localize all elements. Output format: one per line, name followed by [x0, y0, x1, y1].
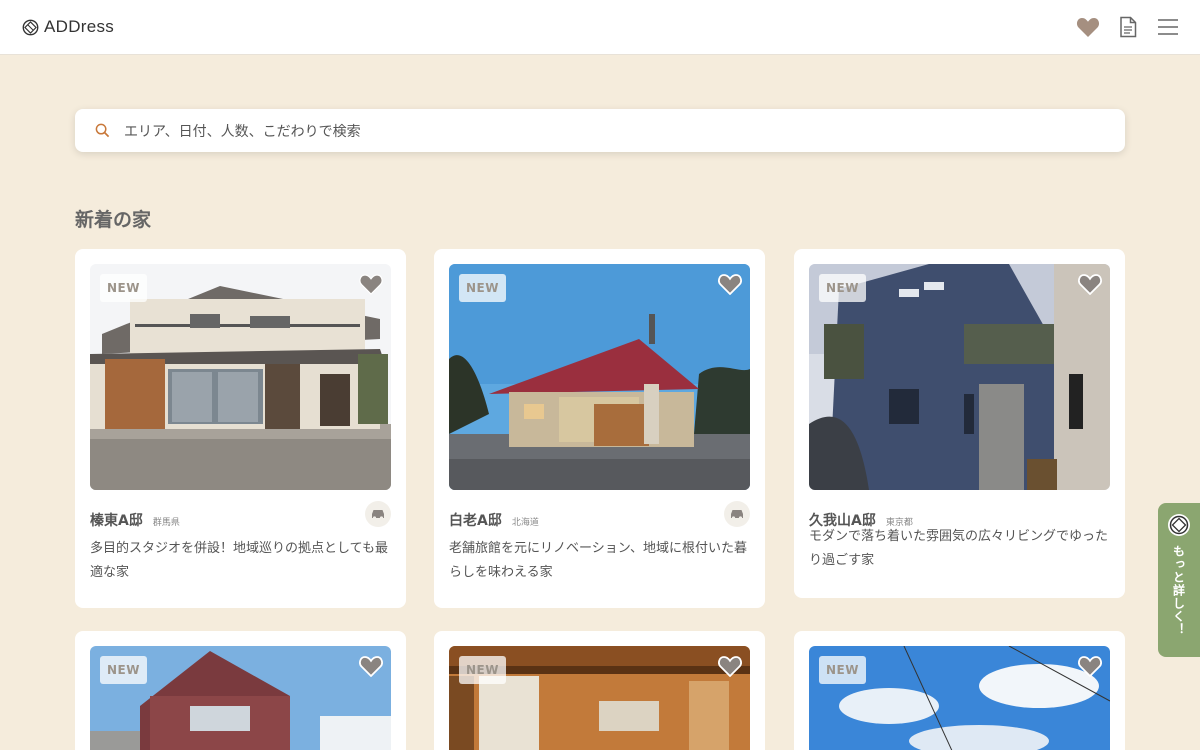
- house-description: 多目的スタジオを併設！地域巡りの拠点としても最適な家: [90, 541, 388, 580]
- house-description: 老舗旅館を元にリノベーション、地域に根付いた暮らしを味わえる家: [449, 541, 747, 580]
- house-photo[interactable]: NEW: [809, 646, 1110, 750]
- car-icon: [724, 501, 750, 527]
- search-bar[interactable]: エリア、日付、人数、こだわりで検索: [75, 109, 1125, 152]
- logo-mark-icon: [22, 19, 39, 35]
- logo-mark-icon: [1168, 514, 1190, 536]
- more-info-label: もっと詳しく！: [1171, 545, 1186, 636]
- favorite-heart-icon[interactable]: [1076, 652, 1104, 680]
- prefecture-label: 群馬県: [152, 518, 180, 528]
- section-title: 新着の家: [75, 209, 152, 231]
- house-card[interactable]: NEW 白老A邸 北海道 老舗旅館を元にリノベーション、地域に根付いた暮らしを味…: [434, 249, 765, 608]
- house-card[interactable]: NEW 榛東A邸 群馬県 多目的スタジオを併設！地域巡りの拠点としても最適な家: [75, 249, 406, 608]
- house-name: 榛東A邸: [90, 513, 143, 529]
- new-badge: NEW: [459, 656, 506, 684]
- top-header: ADDress: [0, 0, 1200, 55]
- house-photo[interactable]: NEW: [449, 646, 750, 750]
- house-name: 白老A邸: [449, 513, 502, 529]
- favorite-heart-icon[interactable]: [357, 652, 385, 680]
- house-photo[interactable]: NEW: [449, 264, 750, 490]
- favorite-heart-icon[interactable]: [357, 270, 385, 298]
- search-icon: [95, 123, 110, 138]
- new-badge: NEW: [100, 656, 147, 684]
- new-badge: NEW: [459, 274, 506, 302]
- house-photo[interactable]: NEW: [90, 264, 391, 490]
- search-input[interactable]: エリア、日付、人数、こだわりで検索: [124, 121, 361, 141]
- house-description: モダンで落ち着いた雰囲気の広々リビングでゆったり過ごす家: [809, 529, 1109, 568]
- favorite-heart-icon[interactable]: [1076, 270, 1104, 298]
- favorites-heart-icon[interactable]: [1076, 15, 1100, 39]
- house-card[interactable]: NEW: [75, 631, 406, 750]
- favorite-heart-icon[interactable]: [716, 270, 744, 298]
- hamburger-menu-icon[interactable]: [1156, 15, 1180, 39]
- house-card[interactable]: NEW 久我山A邸 東京都 モダンで落ち着いた雰囲気の広々リビングでゆったり過ご…: [794, 249, 1125, 598]
- more-info-side-tab[interactable]: もっと詳しく！: [1158, 503, 1200, 657]
- house-card[interactable]: NEW: [434, 631, 765, 750]
- document-icon[interactable]: [1116, 15, 1140, 39]
- logo-text: ADDress: [44, 17, 115, 36]
- car-icon: [365, 501, 391, 527]
- logo[interactable]: ADDress: [22, 17, 114, 37]
- new-badge: NEW: [819, 274, 866, 302]
- house-photo[interactable]: NEW: [809, 264, 1110, 490]
- favorite-heart-icon[interactable]: [716, 652, 744, 680]
- house-card[interactable]: NEW: [794, 631, 1125, 750]
- prefecture-label: 北海道: [511, 518, 539, 528]
- house-photo[interactable]: NEW: [90, 646, 391, 750]
- new-badge: NEW: [819, 656, 866, 684]
- new-badge: NEW: [100, 274, 147, 302]
